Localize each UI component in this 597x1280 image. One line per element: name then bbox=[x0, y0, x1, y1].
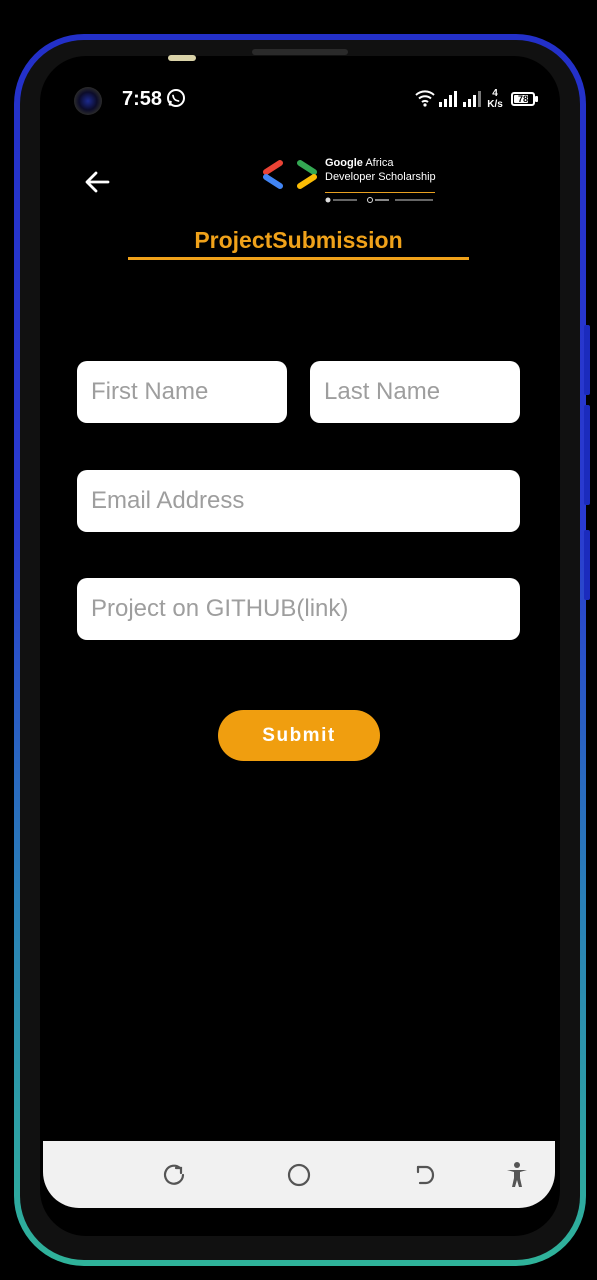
side-button bbox=[584, 405, 590, 505]
battery-tip bbox=[535, 96, 538, 102]
accessibility-button[interactable] bbox=[502, 1160, 532, 1190]
side-button bbox=[584, 530, 590, 600]
logo-divider bbox=[325, 186, 435, 193]
status-time: 7:58 bbox=[122, 88, 163, 110]
signal-icon bbox=[439, 91, 457, 107]
home-icon bbox=[287, 1163, 311, 1187]
earpiece-speaker bbox=[252, 49, 348, 55]
email-field[interactable] bbox=[77, 470, 520, 532]
battery-icon: 78 bbox=[511, 92, 535, 106]
back-button[interactable] bbox=[80, 165, 114, 199]
whatsapp-icon bbox=[167, 89, 185, 107]
side-button bbox=[584, 325, 590, 395]
recent-apps-button[interactable] bbox=[159, 1160, 189, 1190]
front-camera bbox=[74, 87, 102, 115]
back-nav-button[interactable] bbox=[409, 1160, 439, 1190]
submit-button[interactable]: Submit bbox=[218, 710, 380, 761]
first-name-field[interactable] bbox=[77, 361, 287, 423]
arrow-left-icon bbox=[85, 171, 110, 193]
logo-text-google: Google bbox=[325, 157, 363, 169]
partner-logos bbox=[325, 197, 433, 203]
logo-subtitle: Developer Scholarship bbox=[325, 171, 436, 183]
home-button[interactable] bbox=[284, 1160, 314, 1190]
network-speed-value: 4 bbox=[492, 88, 498, 99]
github-link-field[interactable] bbox=[77, 578, 520, 640]
logo-text: Google Africa bbox=[325, 157, 393, 169]
last-name-field[interactable] bbox=[310, 361, 520, 423]
logo-text-africa: Africa bbox=[362, 157, 394, 169]
title-underline bbox=[128, 257, 469, 260]
back-icon bbox=[416, 1165, 435, 1185]
network-speed-unit: K/s bbox=[487, 99, 503, 110]
wifi-icon bbox=[415, 90, 435, 107]
page-title: ProjectSubmission bbox=[194, 227, 403, 253]
accessibility-icon bbox=[507, 1162, 527, 1187]
battery-percent: 78 bbox=[517, 94, 528, 104]
network-speed: 4 K/s bbox=[485, 88, 505, 110]
proximity-sensor bbox=[168, 55, 196, 61]
signal-icon bbox=[463, 91, 481, 107]
recent-apps-icon bbox=[163, 1164, 185, 1185]
google-developers-logo-icon bbox=[263, 160, 317, 189]
